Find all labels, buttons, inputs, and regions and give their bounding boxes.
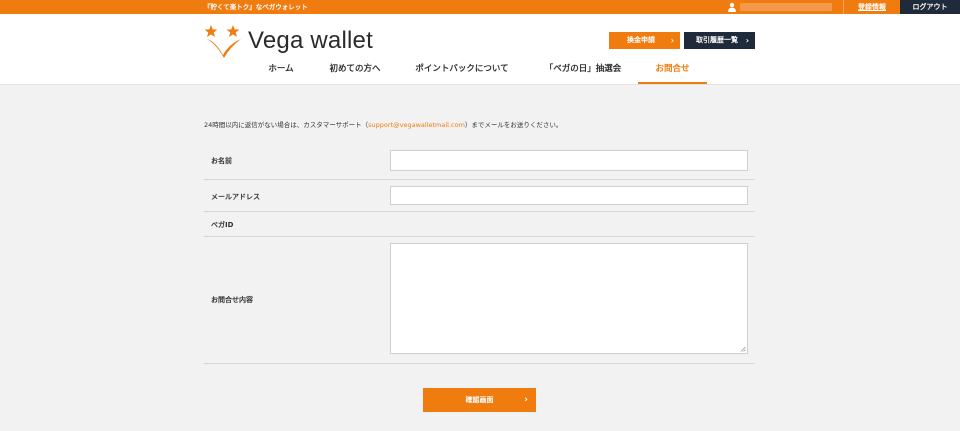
message-textarea[interactable] <box>390 243 748 354</box>
tagline: 『貯くて楽トク』なベガウォレット <box>204 3 308 11</box>
confirm-button[interactable]: 確認画面 › <box>423 388 536 412</box>
exchange-request-label: 換金申請 <box>627 36 655 44</box>
vega-id-label: ベガID <box>211 221 234 229</box>
chevron-right-icon: › <box>524 395 528 405</box>
form-row-message: お問合せ内容 <box>204 237 755 364</box>
top-bar: 『貯くて楽トク』なベガウォレット 登録情報 ログアウト <box>0 0 960 14</box>
main-nav: ホーム 初めての方へ ポイントバックについて 「ベガの日」抽選会 お問合せ <box>0 62 960 84</box>
notice-prefix: 24時間以内に返信がない場合は、カスタマーサポート（ <box>204 121 369 129</box>
form-row-name: お名前 <box>204 140 755 180</box>
confirm-button-label: 確認画面 <box>465 396 494 404</box>
chevron-right-icon: › <box>670 36 674 45</box>
name-input[interactable] <box>390 150 748 171</box>
resize-handle-icon[interactable] <box>740 346 746 352</box>
user-name-redacted <box>740 3 832 11</box>
name-label: お名前 <box>211 157 232 165</box>
email-input[interactable] <box>390 186 748 205</box>
nav-item-beginners[interactable]: 初めての方へ <box>322 62 388 84</box>
support-email-link[interactable]: support@vegawalletmail.com <box>368 121 465 129</box>
logo-text: Vega wallet <box>248 27 373 54</box>
transaction-history-button[interactable]: 取引履歴一覧 › <box>684 32 755 49</box>
support-notice: 24時間以内に返信がない場合は、カスタマーサポート（support@vegawa… <box>204 121 562 130</box>
form-row-email: メールアドレス <box>204 180 755 212</box>
account-info-link[interactable]: 登録情報 <box>843 0 900 14</box>
nav-item-home[interactable]: ホーム <box>262 62 300 84</box>
transaction-history-label: 取引履歴一覧 <box>696 36 738 44</box>
nav-item-pointback[interactable]: ポイントバックについて <box>408 62 516 84</box>
chevron-right-icon: › <box>745 36 749 45</box>
star-logo-icon <box>204 25 241 58</box>
email-label: メールアドレス <box>211 193 260 201</box>
message-label: お問合せ内容 <box>211 296 253 304</box>
header: Vega wallet 換金申請 › 取引履歴一覧 › ホーム 初めての方へ ポ… <box>0 14 960 85</box>
nav-item-contact[interactable]: お問合せ <box>638 62 707 84</box>
user-icon <box>728 2 736 12</box>
form-row-vega-id: ベガID <box>204 212 755 237</box>
exchange-request-button[interactable]: 換金申請 › <box>609 32 680 49</box>
logout-button[interactable]: ログアウト <box>900 0 960 14</box>
nav-item-vega-day-lottery[interactable]: 「ベガの日」抽選会 <box>540 62 626 84</box>
logo[interactable]: Vega wallet <box>203 24 383 58</box>
notice-suffix: ）までメールをお送りください。 <box>464 121 563 129</box>
